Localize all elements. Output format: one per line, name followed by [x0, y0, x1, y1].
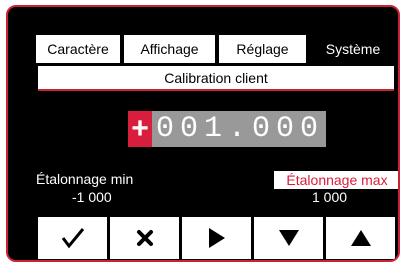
button-row: [38, 217, 398, 259]
value-digits[interactable]: 001.000: [152, 111, 327, 147]
section-header: Calibration client: [38, 66, 394, 91]
next-button[interactable]: [182, 217, 251, 259]
section-title: Calibration client: [164, 69, 268, 86]
check-icon: [61, 228, 84, 249]
calibration-min-value: -1 000: [72, 189, 112, 205]
calibration-min-label[interactable]: Étalonnage min: [36, 171, 133, 187]
decrement-button[interactable]: [254, 217, 323, 259]
value-editor[interactable]: + 001.000: [128, 111, 327, 147]
tab-caractere[interactable]: Caractère: [36, 35, 120, 63]
tab-reglage[interactable]: Réglage: [219, 35, 306, 63]
calibration-max-value: 1 000: [312, 189, 348, 205]
arrow-right-icon: [208, 228, 225, 248]
increment-button[interactable]: [326, 217, 395, 259]
sign-toggle[interactable]: +: [128, 111, 152, 147]
confirm-button[interactable]: [38, 217, 107, 259]
tab-affichage[interactable]: Affichage: [124, 35, 215, 63]
cancel-button[interactable]: [110, 217, 179, 259]
arrow-down-icon: [278, 230, 299, 246]
tab-systeme[interactable]: Système: [310, 35, 396, 63]
cross-icon: [136, 230, 153, 246]
calibration-max-label[interactable]: Étalonnage max: [274, 171, 398, 189]
arrow-up-icon: [350, 230, 371, 246]
tab-bar: Caractère Affichage Réglage Système: [36, 35, 398, 63]
device-screen: Caractère Affichage Réglage Système Cali…: [6, 5, 400, 262]
